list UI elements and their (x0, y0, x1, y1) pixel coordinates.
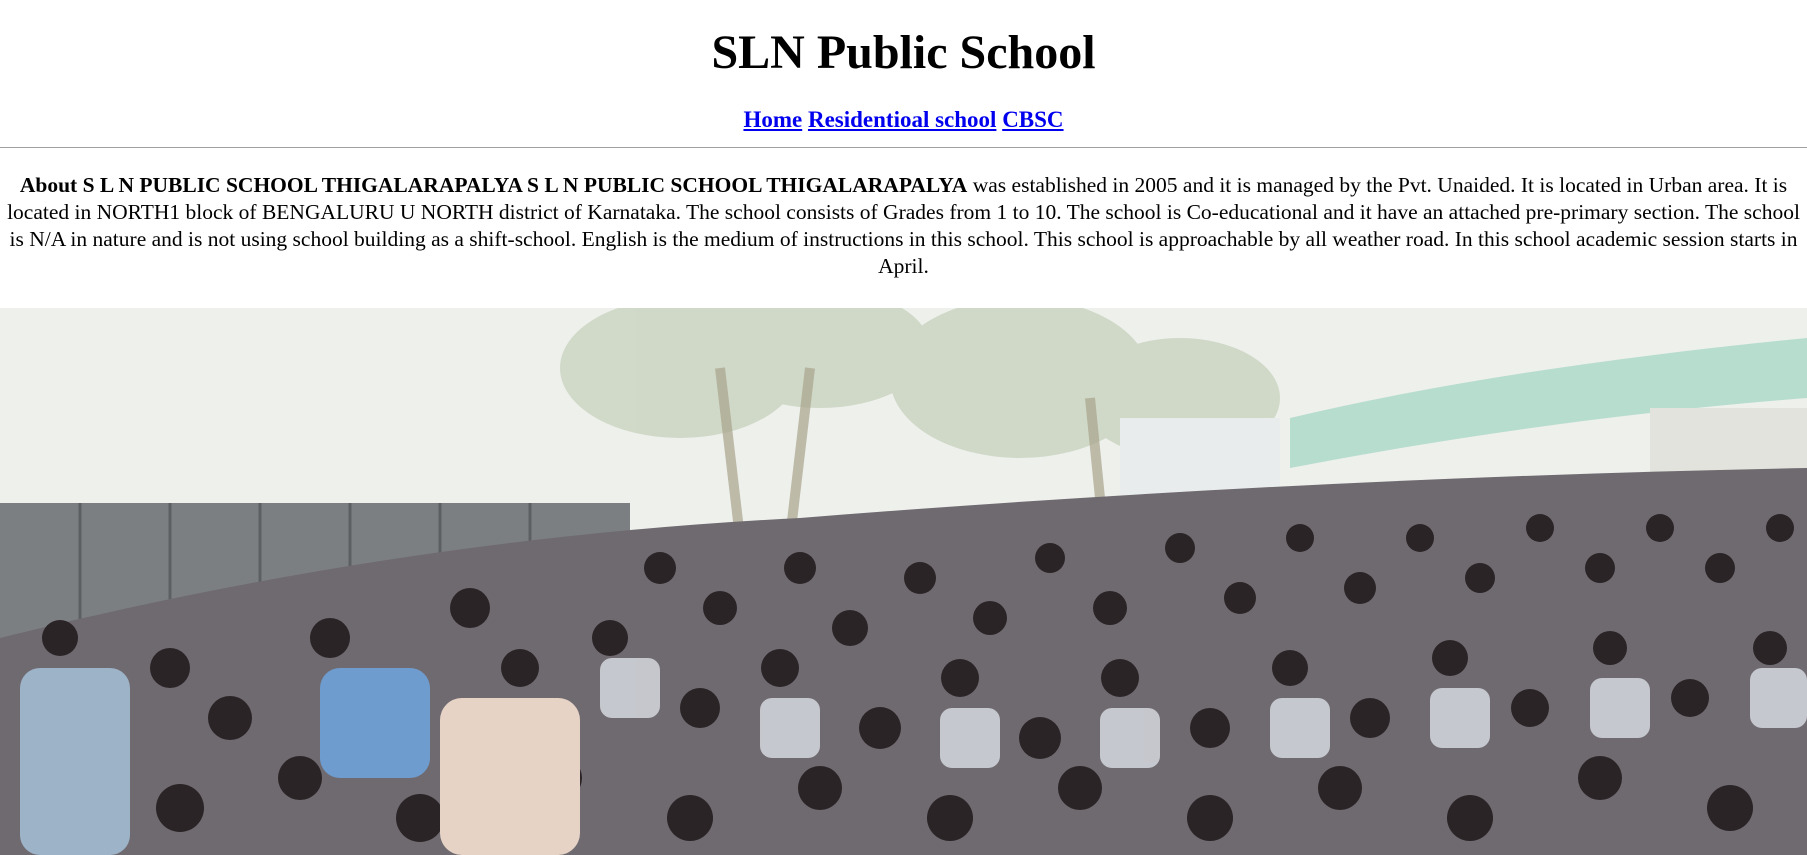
horizontal-rule (0, 147, 1807, 148)
about-heading: About S L N PUBLIC SCHOOL THIGALARAPALYA… (19, 173, 968, 197)
nav-link-residential-school[interactable]: Residentioal school (808, 107, 996, 132)
school-photo-image (0, 308, 1807, 855)
page-title: SLN Public School (711, 26, 1096, 79)
nav-link-cbsc[interactable]: CBSC (1002, 107, 1063, 132)
page: SLN Public School Home Residentioal scho… (0, 0, 1807, 855)
nav-bar: Home Residentioal school CBSC (0, 106, 1807, 134)
nav-link-home[interactable]: Home (743, 107, 802, 132)
about-paragraph: About S L N PUBLIC SCHOOL THIGALARAPALYA… (4, 172, 1803, 280)
school-photo (0, 308, 1807, 855)
